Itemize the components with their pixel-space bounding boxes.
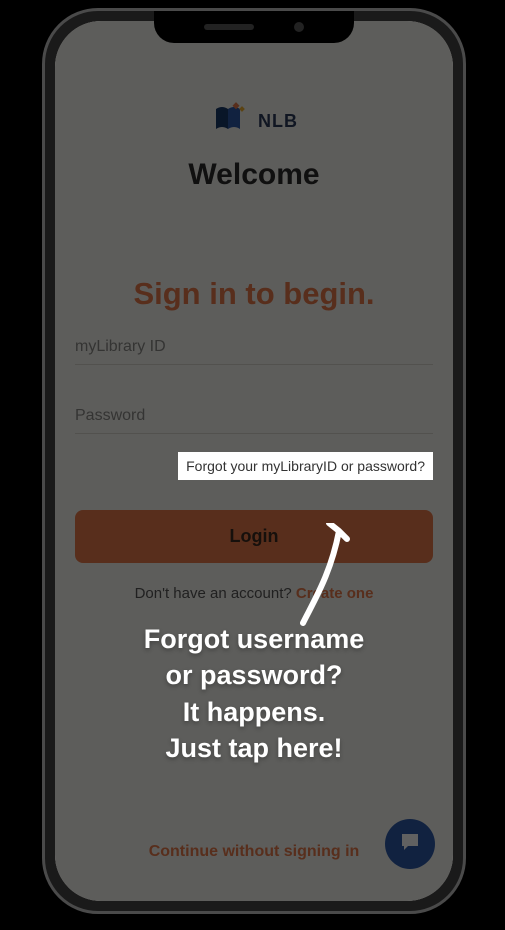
password-label: Password	[75, 407, 433, 425]
chat-icon	[398, 830, 422, 859]
book-icon	[210, 99, 250, 144]
username-field[interactable]: myLibrary ID	[75, 338, 433, 365]
phone-frame: NLB Welcome Sign in to begin. myLibrary …	[42, 8, 466, 914]
phone-notch	[154, 11, 354, 43]
forgot-link[interactable]: Forgot your myLibraryID or password?	[178, 452, 433, 480]
logo-text: NLB	[258, 111, 298, 132]
login-button[interactable]: Login	[75, 510, 433, 563]
app-logo: NLB	[75, 99, 433, 144]
chat-button[interactable]	[385, 819, 435, 869]
no-account-row: Don't have an account? Create one	[75, 585, 433, 602]
create-account-link[interactable]: Create one	[296, 585, 374, 602]
welcome-heading: Welcome	[75, 158, 433, 192]
no-account-text: Don't have an account?	[135, 585, 296, 602]
username-label: myLibrary ID	[75, 338, 433, 356]
screen: NLB Welcome Sign in to begin. myLibrary …	[55, 21, 453, 901]
password-field[interactable]: Password	[75, 407, 433, 434]
signin-heading: Sign in to begin.	[75, 276, 433, 312]
